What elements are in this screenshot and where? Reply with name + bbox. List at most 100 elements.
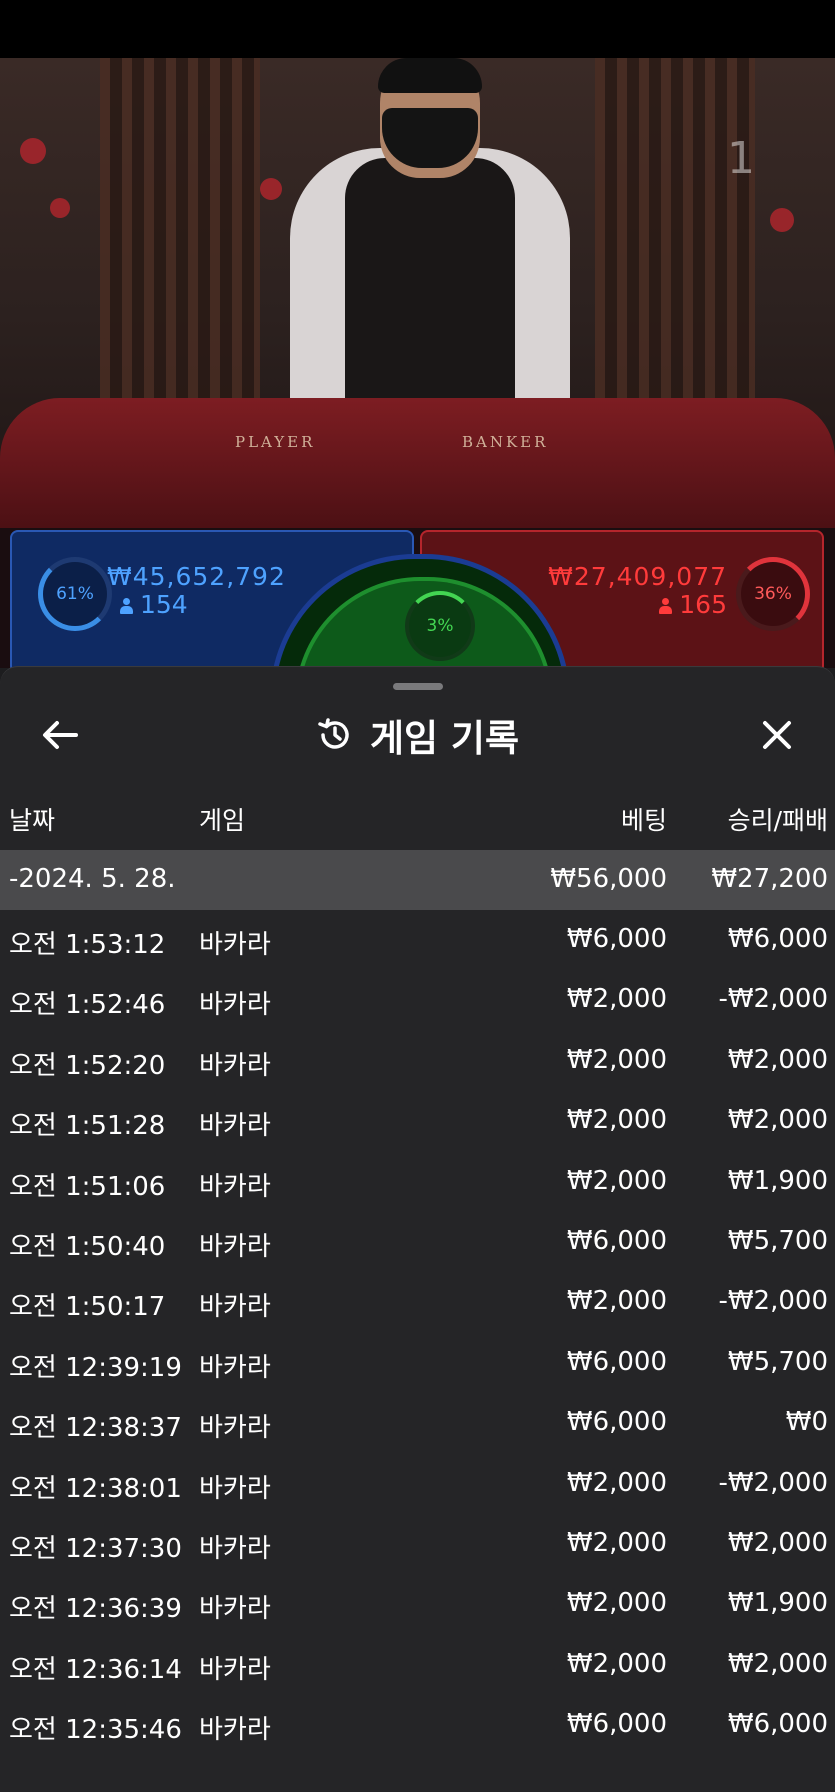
row-bet: ₩2,000 <box>566 1588 667 1619</box>
row-game: 바카라 <box>199 1413 271 1444</box>
row-time: 오전 1:51:06 <box>9 1171 166 1202</box>
row-time: 오전 1:51:28 <box>9 1111 166 1142</box>
row-time: 오전 1:50:17 <box>9 1292 166 1323</box>
history-row[interactable]: 오전 12:39:19 바카라 ₩6,000 ₩5,700 <box>0 1333 835 1393</box>
sheet-header: 게임 기록 <box>0 711 835 760</box>
column-header-date[interactable]: 날짜 <box>9 801 55 837</box>
row-result: ₩2,000 <box>727 1648 828 1679</box>
row-result: -₩2,000 <box>718 1286 828 1317</box>
row-result: -₩2,000 <box>718 984 828 1015</box>
sheet-title: 게임 기록 <box>369 717 520 760</box>
row-bet: ₩6,000 <box>566 924 667 954</box>
row-bet: ₩2,000 <box>566 984 667 1015</box>
row-bet: ₩2,000 <box>566 1286 667 1317</box>
history-row[interactable]: 오전 12:36:14 바카라 ₩2,000 ₩2,000 <box>0 1635 835 1695</box>
row-game: 바카라 <box>199 1050 271 1081</box>
row-game: 바카라 <box>199 1171 271 1202</box>
row-bet: ₩6,000 <box>566 1709 667 1740</box>
felt-player-label: PLAYER <box>235 433 316 451</box>
row-bet: ₩2,000 <box>566 1467 667 1498</box>
bet-panels: 61% ₩45,652,792 154 36% ₩27,409,077 165 … <box>0 528 835 781</box>
decor-screen-right <box>595 58 755 418</box>
tie-percent-ring: 3% <box>405 591 475 661</box>
row-game: 바카라 <box>199 1111 271 1142</box>
row-game: 바카라 <box>199 1534 271 1564</box>
row-game: 바카라 <box>199 1594 271 1625</box>
row-time: 오전 12:38:01 <box>9 1473 182 1504</box>
banker-bettor-count: 165 <box>659 590 727 619</box>
row-result: ₩6,000 <box>727 1709 828 1740</box>
player-bettor-count: 154 <box>120 590 188 619</box>
dealer <box>290 58 570 418</box>
row-bet: ₩6,000 <box>566 1226 667 1256</box>
row-game: 바카라 <box>199 930 271 960</box>
row-time: 오전 1:50:40 <box>9 1232 166 1262</box>
history-row[interactable]: 오전 12:37:30 바카라 ₩2,000 ₩2,000 <box>0 1514 835 1574</box>
history-row[interactable]: 오전 1:52:20 바카라 ₩2,000 ₩2,000 <box>0 1031 835 1091</box>
row-bet: ₩2,000 <box>566 1105 667 1136</box>
sheet-drag-handle[interactable] <box>393 683 443 690</box>
history-clock-icon <box>318 718 349 749</box>
history-row[interactable]: 오전 12:38:01 바카라 ₩2,000 -₩2,000 <box>0 1454 835 1514</box>
day-label: -2024. 5. 28. <box>9 864 176 894</box>
history-row[interactable]: 오전 1:51:06 바카라 ₩2,000 ₩1,900 <box>0 1152 835 1212</box>
player-percent-ring: 61% <box>38 557 112 631</box>
row-game: 바카라 <box>199 1715 271 1746</box>
felt-banker-label: BANKER <box>462 433 549 451</box>
column-header-result[interactable]: 승리/패배 <box>728 801 828 837</box>
row-result: ₩2,000 <box>727 1105 828 1136</box>
row-bet: ₩2,000 <box>566 1165 667 1196</box>
history-row[interactable]: 오전 12:36:39 바카라 ₩2,000 ₩1,900 <box>0 1574 835 1634</box>
row-result: ₩0 <box>785 1407 828 1438</box>
blossom-decor <box>260 178 282 200</box>
history-row[interactable]: 오전 1:52:46 바카라 ₩2,000 -₩2,000 <box>0 970 835 1030</box>
banker-percent-ring: 36% <box>736 557 810 631</box>
history-row[interactable]: 오전 12:38:37 바카라 ₩6,000 ₩0 <box>0 1393 835 1453</box>
row-time: 오전 12:35:46 <box>9 1715 182 1746</box>
row-time: 오전 12:36:39 <box>9 1594 182 1625</box>
row-result: ₩6,000 <box>727 924 828 954</box>
history-row[interactable]: 오전 1:53:12 바카라 ₩6,000 ₩6,000 <box>0 910 835 970</box>
row-result: ₩2,000 <box>727 1044 828 1075</box>
row-result: ₩5,700 <box>727 1346 828 1377</box>
column-header-game[interactable]: 게임 <box>199 801 245 837</box>
blossom-decor <box>770 208 794 232</box>
row-time: 오전 12:37:30 <box>9 1534 182 1564</box>
row-time: 오전 12:36:14 <box>9 1654 182 1685</box>
history-row[interactable]: 오전 1:50:40 바카라 ₩6,000 ₩5,700 <box>0 1212 835 1272</box>
close-icon <box>763 721 791 749</box>
decor-screen-left <box>100 58 260 418</box>
row-bet: ₩6,000 <box>566 1407 667 1438</box>
history-row[interactable]: 오전 1:51:28 바카라 ₩2,000 ₩2,000 <box>0 1091 835 1151</box>
blossom-decor <box>20 138 46 164</box>
player-bet-amount: ₩45,652,792 <box>107 562 286 591</box>
day-summary-row[interactable]: -2024. 5. 28. ₩56,000 ₩27,200 <box>0 850 835 910</box>
history-row[interactable]: 오전 1:50:17 바카라 ₩2,000 -₩2,000 <box>0 1272 835 1332</box>
person-icon <box>659 598 673 614</box>
row-bet: ₩2,000 <box>566 1648 667 1679</box>
row-game: 바카라 <box>199 1473 271 1504</box>
row-time: 오전 1:53:12 <box>9 930 166 960</box>
row-game: 바카라 <box>199 1352 271 1383</box>
row-time: 오전 1:52:20 <box>9 1050 166 1081</box>
day-total-bet: ₩56,000 <box>550 864 667 894</box>
row-bet: ₩2,000 <box>566 1528 667 1558</box>
row-time: 오전 1:52:46 <box>9 990 166 1021</box>
row-result: ₩1,900 <box>727 1588 828 1619</box>
row-result: ₩5,700 <box>727 1226 828 1256</box>
row-time: 오전 12:39:19 <box>9 1352 182 1383</box>
row-game: 바카라 <box>199 1232 271 1262</box>
banker-bet-amount: ₩27,409,077 <box>548 562 727 591</box>
row-game: 바카라 <box>199 1654 271 1685</box>
history-row[interactable]: 오전 12:35:46 바카라 ₩6,000 ₩6,000 <box>0 1695 835 1755</box>
row-bet: ₩6,000 <box>566 1346 667 1377</box>
row-game: 바카라 <box>199 990 271 1021</box>
close-button[interactable] <box>753 711 801 759</box>
column-header-bet[interactable]: 베팅 <box>621 801 667 837</box>
live-video: PLAYER BANKER 1 <box>0 58 835 528</box>
row-result: -₩2,000 <box>718 1467 828 1498</box>
row-result: ₩2,000 <box>727 1528 828 1558</box>
game-history-sheet: 게임 기록 날짜 게임 베팅 승리/패배 -2024. 5. 28. ₩56,0… <box>0 666 835 1792</box>
row-game: 바카라 <box>199 1292 271 1323</box>
video-counter: 1 <box>727 133 755 184</box>
